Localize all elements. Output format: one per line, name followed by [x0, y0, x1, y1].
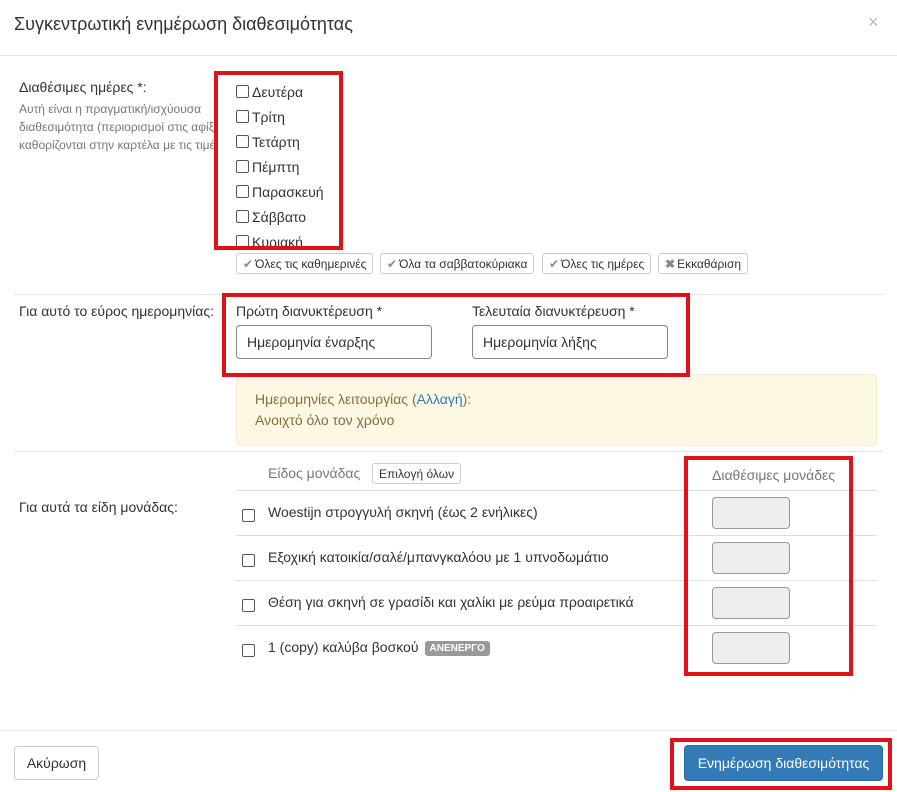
checkbox[interactable] [236, 160, 249, 173]
day-wednesday[interactable]: Τετάρτη [236, 129, 324, 154]
header-divider [0, 55, 897, 56]
start-date-input[interactable]: Ημερομηνία έναρξης [236, 325, 432, 359]
clear-button[interactable]: ✖ Εκκαθάριση [658, 253, 749, 274]
unit-type-name: Εξοχική κατοικία/σαλέ/μπανγκαλόου με 1 υ… [268, 549, 609, 565]
end-date-input[interactable]: Ημερομηνία λήξης [472, 325, 668, 359]
operating-dates-alert: Ημερομηνίες λειτουργίας (Αλλαγή): Ανοιχτ… [236, 374, 877, 446]
checkbox[interactable] [242, 554, 255, 567]
day-sunday[interactable]: Κυριακή [236, 229, 324, 254]
all-days-button[interactable]: ✔ Όλες τις ημέρες [542, 253, 652, 274]
all-weekends-button[interactable]: ✔ Όλα τα σαββατοκύριακα [380, 253, 535, 274]
day-tuesday[interactable]: Τρίτη [236, 104, 324, 129]
section-divider [14, 294, 883, 295]
table-divider [236, 625, 877, 626]
cancel-button[interactable]: Ακύρωση [14, 746, 99, 780]
section-divider [14, 451, 883, 452]
table-divider [236, 580, 877, 581]
checkbox[interactable] [236, 185, 249, 198]
operating-dates-value: Ανοιχτό όλο τον χρόνο [255, 412, 395, 428]
unit-type-row: 1 (copy) καλύβα βοσκού ΑΝΕΝΕΡΓΟ [268, 639, 490, 656]
x-icon: ✖ [665, 256, 676, 271]
date-range-label: Για αυτό το εύρος ημερομηνίας: [19, 303, 214, 319]
update-availability-button[interactable]: Ενημέρωση διαθεσιμότητας [684, 745, 883, 781]
checkbox[interactable] [236, 135, 249, 148]
check-icon: ✔ [387, 256, 398, 271]
close-icon[interactable]: × [868, 12, 879, 33]
available-units-header: Διαθέσιμες μονάδες [712, 467, 836, 483]
table-row-checkbox[interactable] [242, 599, 258, 617]
checkbox[interactable] [242, 644, 255, 657]
inactive-badge: ΑΝΕΝΕΡΓΟ [424, 640, 490, 656]
change-link[interactable]: Αλλαγή [417, 391, 463, 407]
days-label: Διαθέσιμες ημέρες *: [19, 79, 147, 95]
checkbox[interactable] [236, 110, 249, 123]
checkbox[interactable] [242, 599, 255, 612]
last-night-label: Τελευταία διανυκτέρευση * [472, 303, 635, 319]
checkbox[interactable] [236, 85, 249, 98]
available-units-input[interactable] [712, 542, 790, 574]
days-help-text: Αυτή είναι η πραγματική/ισχύουσα διαθεσι… [19, 102, 216, 152]
first-night-label: Πρώτη διανυκτέρευση * [236, 303, 383, 319]
table-row-checkbox[interactable] [242, 554, 258, 572]
available-units-input[interactable] [712, 497, 790, 529]
day-saturday[interactable]: Σάββατο [236, 204, 324, 229]
table-divider [236, 535, 877, 536]
footer-divider [0, 730, 897, 731]
unit-type-name: Woestijn στρογγυλή σκηνή (έως 2 ενήλικες… [268, 504, 538, 520]
check-icon: ✔ [549, 256, 560, 271]
checkbox[interactable] [236, 210, 249, 223]
select-all-button[interactable]: Επιλογή όλων [372, 463, 462, 484]
unit-type-header: Είδος μονάδας [268, 465, 361, 481]
table-divider [236, 490, 877, 491]
table-row-checkbox[interactable] [242, 509, 258, 527]
checkbox[interactable] [236, 235, 249, 248]
day-friday[interactable]: Παρασκευή [236, 179, 324, 204]
modal-title: Συγκεντρωτική ενημέρωση διαθεσιμότητας [14, 14, 353, 34]
unit-types-label: Για αυτά τα είδη μονάδας: [19, 499, 178, 515]
unit-type-name: Θέση για σκηνή σε γρασίδι και χαλίκι με … [268, 594, 634, 610]
all-weekdays-button[interactable]: ✔ Όλες τις καθημερινές [236, 253, 374, 274]
available-units-input[interactable] [712, 587, 790, 619]
days-checkbox-list: Δευτέρα Τρίτη Τετάρτη Πέμπτη Παρασκευή Σ… [236, 79, 324, 254]
check-icon: ✔ [243, 256, 254, 271]
table-row-checkbox[interactable] [242, 644, 258, 662]
day-thursday[interactable]: Πέμπτη [236, 154, 324, 179]
checkbox[interactable] [242, 509, 255, 522]
available-units-input[interactable] [712, 632, 790, 664]
day-monday[interactable]: Δευτέρα [236, 79, 324, 104]
unit-type-name: 1 (copy) καλύβα βοσκού [268, 639, 419, 655]
